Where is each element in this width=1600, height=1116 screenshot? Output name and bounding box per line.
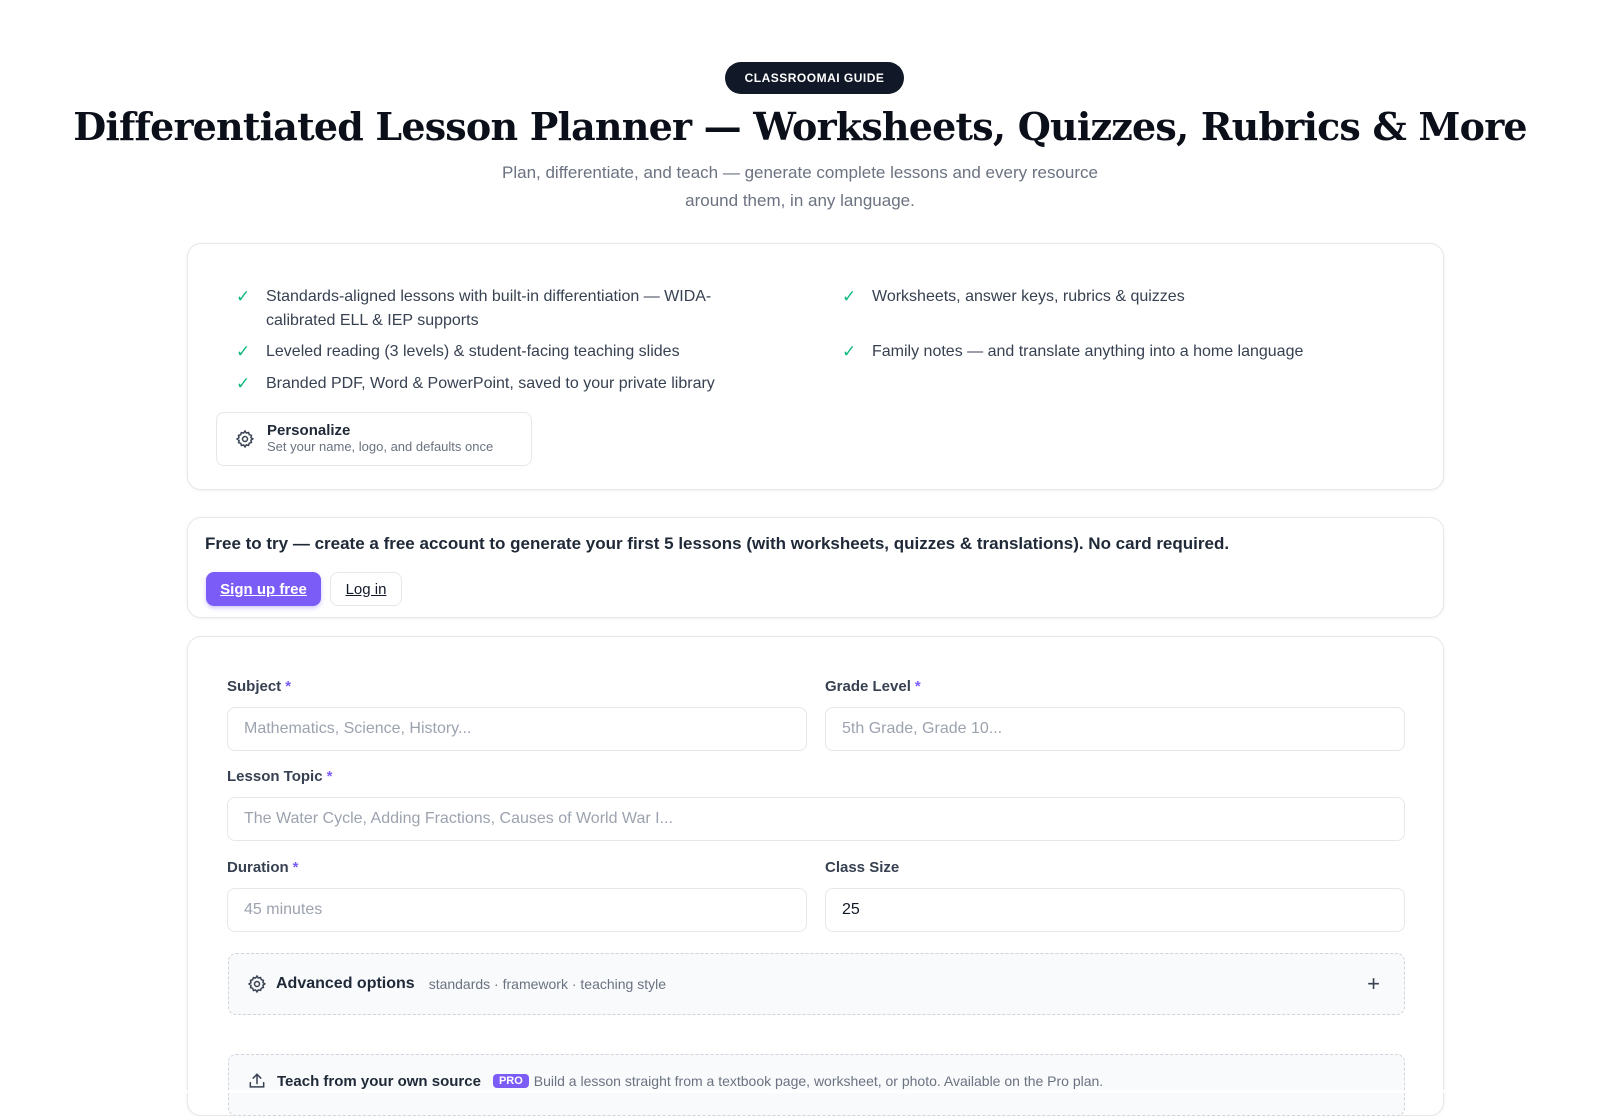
lesson-topic-label-text: Lesson Topic <box>227 768 323 785</box>
guide-badge: CLASSROOMAI GUIDE <box>725 62 904 94</box>
check-icon: ✓ <box>842 287 857 306</box>
grade-level-input[interactable] <box>825 707 1405 751</box>
advanced-options-title: Advanced options <box>276 975 415 992</box>
required-marker: * <box>914 678 921 695</box>
pro-badge: PRO <box>492 1074 529 1088</box>
upload-icon <box>249 1073 265 1088</box>
check-icon: ✓ <box>236 287 251 306</box>
sign-up-button[interactable]: Sign up free <box>206 572 321 606</box>
subject-label: Subject * <box>227 678 291 695</box>
plus-icon: + <box>1367 971 1380 996</box>
gear-icon <box>235 429 255 449</box>
own-source-panel[interactable]: Teach from your own source PRO Build a l… <box>228 1054 1405 1116</box>
subject-input[interactable] <box>227 707 807 751</box>
check-icon: ✓ <box>236 342 251 361</box>
required-marker: * <box>292 859 299 876</box>
advanced-options-toggle[interactable]: Advanced options standards · framework ·… <box>228 953 1405 1015</box>
feature-item: ✓ Worksheets, answer keys, rubrics & qui… <box>842 285 1402 309</box>
feature-text: Leveled reading (3 levels) & student-fac… <box>266 343 680 360</box>
feature-text: Family notes — and translate anything in… <box>872 343 1304 360</box>
duration-label-text: Duration <box>227 859 289 876</box>
feature-text: Standards-aligned lessons with built-in … <box>266 288 712 329</box>
feature-item: ✓ Branded PDF, Word & PowerPoint, saved … <box>236 372 816 396</box>
duration-input[interactable] <box>227 888 807 932</box>
lesson-topic-input[interactable] <box>227 797 1405 841</box>
feature-item: ✓ Family notes — and translate anything … <box>842 340 1422 364</box>
gear-icon <box>247 974 267 994</box>
personalize-subtitle: Set your name, logo, and defaults once <box>267 439 494 454</box>
class-size-input[interactable] <box>825 888 1405 932</box>
feature-text: Branded PDF, Word & PowerPoint, saved to… <box>266 375 715 392</box>
feature-text: Worksheets, answer keys, rubrics & quizz… <box>872 288 1185 305</box>
grade-level-label: Grade Level * <box>825 678 921 695</box>
feature-item: ✓ Leveled reading (3 levels) & student-f… <box>236 340 796 364</box>
personalize-button[interactable]: Personalize Set your name, logo, and def… <box>216 412 532 466</box>
free-trial-banner: Free to try — create a free account to g… <box>187 517 1444 618</box>
advanced-options-subtitle: standards · framework · teaching style <box>428 976 667 992</box>
personalize-title: Personalize <box>267 422 351 439</box>
page-subtitle: Plan, differentiate, and teach — generat… <box>502 163 1098 210</box>
class-size-label: Class Size <box>825 859 900 876</box>
check-icon: ✓ <box>842 342 857 361</box>
lesson-topic-label: Lesson Topic * <box>227 768 332 785</box>
free-trial-message: Free to try — create a free account to g… <box>205 534 1230 553</box>
features-card: ✓ Standards-aligned lessons with built-i… <box>187 243 1444 490</box>
own-source-row: Teach from your own source PRO Build a l… <box>247 1071 1103 1091</box>
required-marker: * <box>326 768 333 785</box>
grade-level-label-text: Grade Level <box>825 678 911 695</box>
required-marker: * <box>285 678 292 695</box>
subject-label-text: Subject <box>227 678 282 695</box>
lesson-form: Subject* Grade Level* Lesson Topic* Dura… <box>187 636 1444 1116</box>
log-in-button[interactable]: Log in <box>330 572 402 606</box>
own-source-subtitle: Build a lesson straight from a textbook … <box>533 1073 1104 1089</box>
duration-label: Duration * <box>227 859 299 876</box>
check-icon: ✓ <box>236 374 251 393</box>
page-title: Differentiated Lesson Planner — Workshee… <box>73 104 1527 149</box>
own-source-title: Teach from your own source <box>277 1072 481 1090</box>
feature-item: ✓ Standards-aligned lessons with built-i… <box>236 285 766 333</box>
